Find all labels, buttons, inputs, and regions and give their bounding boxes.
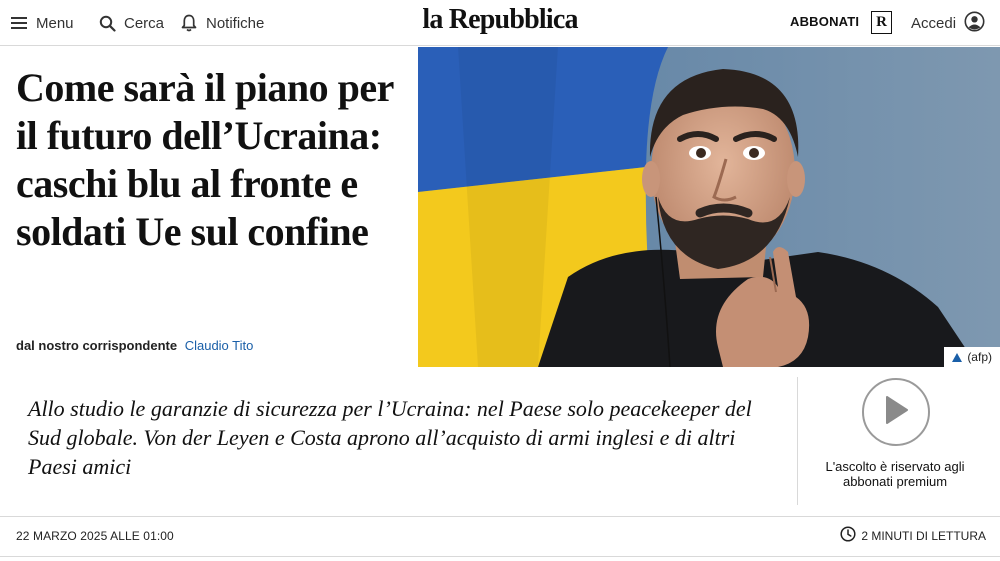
publish-date: 22 MARZO 2025 ALLE 01:00 xyxy=(16,529,174,543)
login-label: Accedi xyxy=(911,14,957,32)
reading-time-label: 2 MINUTI DI LETTURA xyxy=(861,528,986,543)
search-button[interactable]: Cerca xyxy=(98,12,164,34)
rep-badge[interactable]: R xyxy=(871,11,892,34)
audio-play-button[interactable] xyxy=(862,378,930,446)
search-label: Cerca xyxy=(124,14,165,32)
menu-icon xyxy=(10,14,28,32)
notifications-label: Notifiche xyxy=(206,14,265,32)
triangle-up-icon xyxy=(952,352,963,362)
article-headline: Come sarà il piano per il futuro dell’Uc… xyxy=(16,65,394,254)
site-logo[interactable]: la Repubblica xyxy=(422,4,578,35)
byline: dal nostro corrispondente Claudio Tito xyxy=(16,338,253,353)
footer-divider-top xyxy=(0,516,1000,517)
author-link[interactable]: Claudio Tito xyxy=(185,338,254,353)
user-icon xyxy=(964,11,985,36)
photo-credit-label: (afp) xyxy=(967,350,992,364)
footer-divider-bottom xyxy=(0,556,1000,557)
photo-credit[interactable]: (afp) xyxy=(944,347,1000,367)
audio-premium-note: L'ascolto è riservato agli abbonati prem… xyxy=(825,459,965,489)
menu-label: Menu xyxy=(36,14,74,32)
menu-button[interactable]: Menu xyxy=(10,12,74,34)
search-icon xyxy=(98,14,116,32)
notifications-button[interactable]: Notifiche xyxy=(180,12,264,34)
audio-divider xyxy=(797,377,798,505)
article-photo: (afp) xyxy=(418,47,1000,367)
clock-icon xyxy=(840,526,856,545)
play-icon xyxy=(883,395,909,430)
top-bar: Menu Cerca Notifiche la Repubblica ABBON… xyxy=(0,0,1000,46)
bell-icon xyxy=(180,14,198,32)
article-summary: Allo studio le garanzie di sicurezza per… xyxy=(28,396,752,479)
photo-illustration xyxy=(418,47,1000,367)
reading-time: 2 MINUTI DI LETTURA xyxy=(840,526,986,545)
login-button[interactable]: Accedi xyxy=(911,11,985,36)
subscribe-link[interactable]: ABBONATI xyxy=(790,14,859,29)
byline-prefix: dal nostro corrispondente xyxy=(16,338,178,353)
